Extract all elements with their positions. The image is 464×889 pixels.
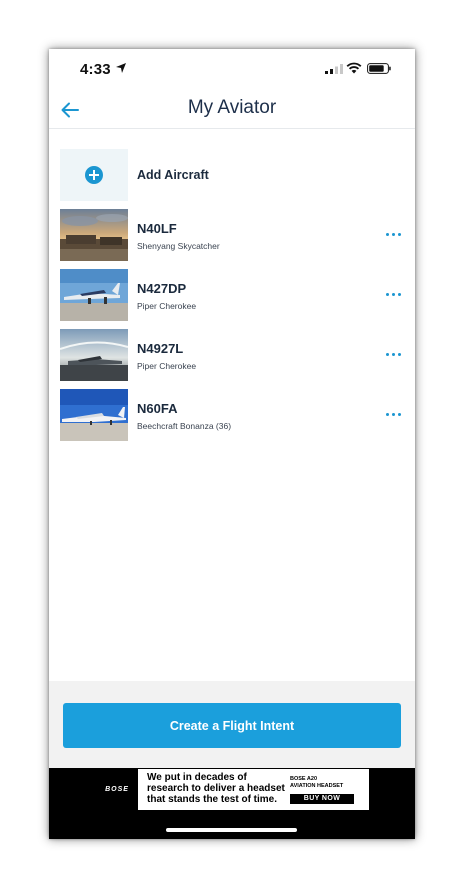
ad-buy-now-button[interactable]: BUY NOW [290, 794, 354, 804]
aircraft-model: Piper Cherokee [137, 361, 197, 371]
ad-product-line: AVIATION HEADSET [290, 783, 344, 789]
ad-banner[interactable]: BOSE We put in decades of research to de… [96, 769, 369, 810]
aircraft-row[interactable]: N60FA Beechcraft Bonanza (36) [49, 389, 415, 441]
ad-copy-line: We put in decades of [147, 772, 247, 783]
bose-logo-text: BOSE [105, 786, 129, 793]
home-indicator[interactable] [166, 828, 297, 832]
ad-copy-line: research to deliver a headset [147, 783, 285, 794]
aircraft-tail-number: N60FA [137, 401, 178, 416]
status-time: 4:33 [80, 61, 111, 78]
aircraft-row[interactable]: N4927L Piper Cherokee [49, 329, 415, 381]
aircraft-row[interactable]: N40LF Shenyang Skycatcher [49, 209, 415, 261]
aircraft-tail-number: N40LF [137, 221, 177, 236]
add-aircraft-label: Add Aircraft [137, 168, 209, 182]
ad-copy-line: that stands the test of time. [147, 794, 278, 805]
aircraft-model: Beechcraft Bonanza (36) [137, 421, 232, 431]
ad-product-line: BOSE A20 [290, 776, 318, 782]
ad-area: BOSE We put in decades of research to de… [49, 768, 415, 839]
location-arrow-icon [116, 63, 126, 73]
ad-copy: We put in decades of research to deliver… [138, 769, 288, 810]
add-aircraft-row[interactable]: Add Aircraft [49, 149, 415, 201]
wifi-icon [346, 62, 362, 74]
aircraft-model: Piper Cherokee [137, 301, 197, 311]
phone-screen: 4:33 My Aviator Add Aircraft N40LF Sheny… [49, 49, 415, 839]
battery-icon [367, 63, 391, 74]
aircraft-photo [60, 209, 128, 261]
ad-product-block: BOSE A20 AVIATION HEADSET BUY NOW [288, 769, 368, 810]
ad-product-name: BOSE A20 AVIATION HEADSET [290, 776, 368, 790]
aircraft-tail-number: N427DP [137, 281, 187, 296]
more-options-icon[interactable] [386, 293, 402, 297]
add-aircraft-thumbnail [60, 149, 128, 201]
status-bar: 4:33 [49, 49, 415, 93]
aircraft-photo [60, 329, 128, 381]
header: My Aviator [49, 93, 415, 129]
bose-logo: BOSE [96, 769, 138, 810]
aircraft-model: Shenyang Skycatcher [137, 241, 220, 251]
plus-circle-icon [85, 166, 103, 184]
more-options-icon[interactable] [386, 413, 402, 417]
more-options-icon[interactable] [386, 353, 402, 357]
aircraft-row[interactable]: N427DP Piper Cherokee [49, 269, 415, 321]
create-flight-intent-button[interactable]: Create a Flight Intent [63, 703, 401, 748]
cellular-signal-icon [325, 64, 343, 74]
page-title: My Aviator [187, 97, 277, 118]
aircraft-photo [60, 389, 128, 441]
aircraft-photo [60, 269, 128, 321]
aircraft-list: Add Aircraft N40LF Shenyang Skycatcher N… [49, 149, 415, 449]
more-options-icon[interactable] [386, 233, 402, 237]
aircraft-tail-number: N4927L [137, 341, 184, 356]
bottom-action-area: Create a Flight Intent [49, 681, 415, 768]
